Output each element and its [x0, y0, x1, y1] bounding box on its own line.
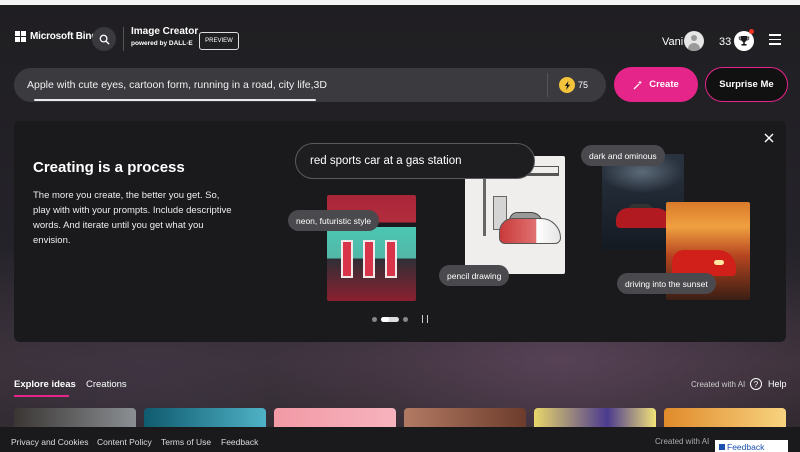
header-divider	[123, 27, 124, 51]
help-link[interactable]: Help	[768, 379, 787, 389]
thumbnail-image[interactable]	[534, 408, 656, 428]
feedback-link[interactable]: Feedback	[221, 437, 258, 447]
app-title[interactable]: Image Creator	[131, 26, 198, 37]
feedback-icon	[719, 444, 725, 450]
microsoft-logo-icon	[15, 31, 26, 42]
brand-name: Microsoft Bing	[30, 31, 98, 42]
search-icon	[99, 34, 110, 45]
rewards-count[interactable]: 33	[719, 36, 731, 48]
carousel-dot[interactable]	[372, 317, 377, 322]
creating-is-a-process-card: Creating is a process The more you creat…	[14, 121, 786, 342]
avatar[interactable]	[684, 31, 704, 51]
feedback-button[interactable]: Feedback	[715, 440, 788, 452]
trophy-icon	[738, 36, 750, 46]
active-tab-indicator	[14, 395, 69, 397]
footer: Privacy and Cookies Content Policy Terms…	[0, 427, 800, 452]
rewards-button[interactable]	[734, 31, 754, 51]
create-button-label: Create	[649, 79, 679, 90]
help-icon[interactable]: ?	[750, 378, 762, 390]
user-name[interactable]: Vani	[662, 36, 683, 48]
thumbnail-image[interactable]	[274, 408, 396, 428]
preview-badge: PREVIEW	[199, 32, 239, 50]
created-with-ai-label: Created with AI	[691, 380, 746, 389]
card-body: The more you create, the better you get.…	[33, 190, 232, 246]
notification-dot	[749, 29, 754, 34]
example-prompt: red sports car at a gas station	[295, 143, 535, 179]
surprise-me-button[interactable]: Surprise Me	[705, 67, 788, 102]
style-tag-dark: dark and ominous	[581, 145, 665, 166]
pause-icon[interactable]	[422, 315, 428, 323]
prompt-input-value[interactable]: Apple with cute eyes, cartoon form, runn…	[27, 79, 327, 91]
carousel-indicators	[372, 317, 412, 322]
boost-icon[interactable]	[559, 77, 575, 93]
privacy-link[interactable]: Privacy and Cookies	[11, 437, 88, 447]
terms-link[interactable]: Terms of Use	[161, 437, 211, 447]
carousel-dot-active[interactable]	[381, 317, 399, 322]
boost-count: 75	[578, 80, 589, 90]
hamburger-menu-button[interactable]	[769, 34, 781, 46]
create-sparkle-icon	[633, 80, 643, 89]
lightning-icon	[564, 80, 570, 90]
app-subtitle: powered by DALL·E	[131, 40, 193, 47]
search-button[interactable]	[92, 27, 116, 51]
prompt-input[interactable]: Apple with cute eyes, cartoon form, runn…	[14, 68, 606, 102]
content-policy-link[interactable]: Content Policy	[97, 437, 152, 447]
spellcheck-underline	[34, 99, 316, 101]
tab-explore-ideas[interactable]: Explore ideas	[14, 379, 76, 390]
boost-divider	[547, 73, 548, 97]
feedback-button-label: Feedback	[727, 442, 765, 452]
footer-created-with-ai: Created with AI	[655, 437, 710, 446]
tab-creations[interactable]: Creations	[86, 379, 127, 390]
close-icon[interactable]	[762, 131, 776, 145]
thumbnail-image[interactable]	[14, 408, 136, 428]
carousel-dot[interactable]	[403, 317, 408, 322]
card-title: Creating is a process	[33, 159, 185, 176]
bing-logo-link[interactable]: Microsoft Bing	[15, 31, 97, 42]
create-button[interactable]: Create	[614, 67, 698, 102]
explore-thumbnails	[14, 408, 786, 428]
thumbnail-image[interactable]	[404, 408, 526, 428]
style-tag-pencil: pencil drawing	[439, 265, 510, 286]
thumbnail-image[interactable]	[144, 408, 266, 428]
header: Microsoft Bing Image Creator powered by …	[0, 5, 800, 63]
style-tag-neon: neon, futuristic style	[288, 210, 380, 231]
style-tag-sunset: driving into the sunset	[617, 273, 716, 294]
thumbnail-image[interactable]	[664, 408, 786, 428]
